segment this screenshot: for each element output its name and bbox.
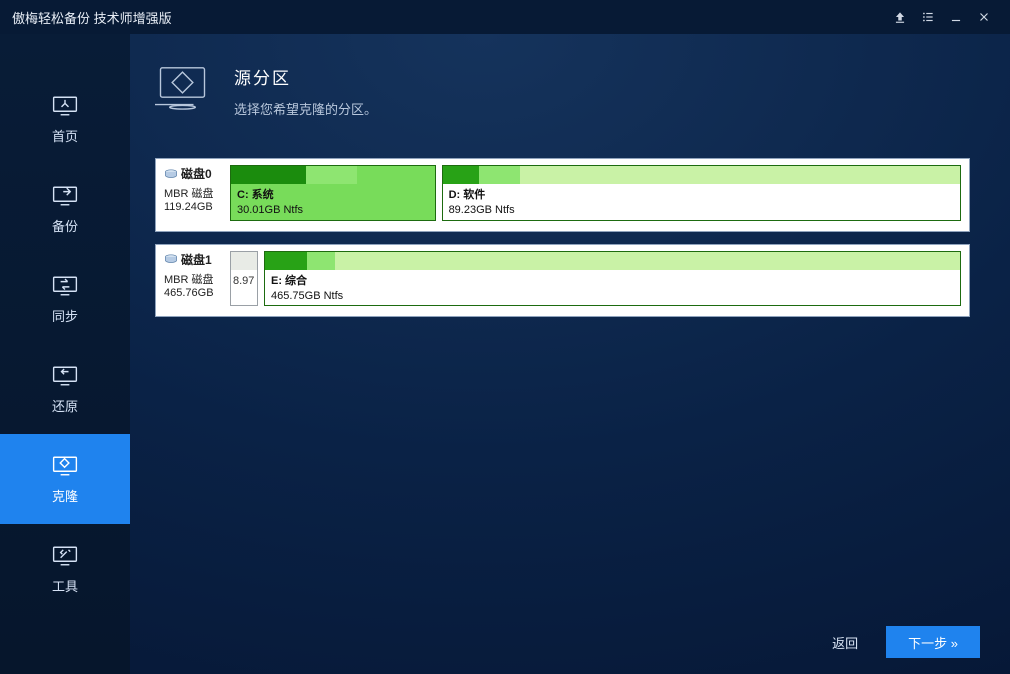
disk-type: MBR 磁盘 xyxy=(164,185,224,201)
disk-panel-1: 磁盘1 MBR 磁盘 465.76GB 8.97 xyxy=(155,244,970,318)
nav-home[interactable]: 首页 xyxy=(0,74,130,164)
partition-label: D: 软件 xyxy=(449,188,954,203)
partition-label: E: 综合 xyxy=(271,274,954,289)
disk-info: 磁盘1 MBR 磁盘 465.76GB xyxy=(164,251,224,307)
partition-label: 8.97 xyxy=(233,275,254,287)
disk-panel-0: 磁盘0 MBR 磁盘 119.24GB C: 系统 30.01GB Ntfs xyxy=(155,158,970,232)
source-partition-icon xyxy=(155,64,210,112)
minimize-button[interactable] xyxy=(942,3,970,31)
page-title: 源分区 xyxy=(234,64,377,89)
nav-sync[interactable]: 同步 xyxy=(0,254,130,344)
disk-size: 119.24GB xyxy=(164,201,224,213)
partition-d[interactable]: D: 软件 89.23GB Ntfs xyxy=(442,165,961,221)
partition-info: 89.23GB Ntfs xyxy=(449,203,954,218)
nav-label: 克隆 xyxy=(52,486,78,505)
partition-info: 30.01GB Ntfs xyxy=(237,203,429,218)
nav-clone[interactable]: 克隆 xyxy=(0,434,130,524)
partition-label: C: 系统 xyxy=(237,188,429,203)
upgrade-icon[interactable] xyxy=(886,3,914,31)
nav-tools[interactable]: 工具 xyxy=(0,524,130,614)
partition-info: 465.75GB Ntfs xyxy=(271,289,954,304)
page-subtitle: 选择您希望克隆的分区。 xyxy=(234,99,377,118)
window-title: 傲梅轻松备份 技术师增强版 xyxy=(12,8,172,27)
nav-label: 同步 xyxy=(52,306,78,325)
disk-icon xyxy=(164,254,178,264)
footer: 返回 下一步 » xyxy=(130,610,1010,674)
disk-size: 465.76GB xyxy=(164,287,224,299)
nav-label: 首页 xyxy=(52,126,78,145)
close-button[interactable] xyxy=(970,3,998,31)
title-bar: 傲梅轻松备份 技术师增强版 xyxy=(0,0,1010,34)
disk-info: 磁盘0 MBR 磁盘 119.24GB xyxy=(164,165,224,221)
partition-small[interactable]: 8.97 xyxy=(230,251,258,307)
nav-label: 还原 xyxy=(52,396,78,415)
disk-type: MBR 磁盘 xyxy=(164,271,224,287)
page-header: 源分区 选择您希望克隆的分区。 xyxy=(155,64,970,118)
sidebar: 首页 备份 同步 还原 克隆 工具 xyxy=(0,34,130,674)
partition-e[interactable]: E: 综合 465.75GB Ntfs xyxy=(264,251,961,307)
next-button[interactable]: 下一步 » xyxy=(886,626,980,658)
nav-label: 备份 xyxy=(52,216,78,235)
disk-icon xyxy=(164,169,178,179)
disk-name: 磁盘0 xyxy=(181,165,212,182)
nav-label: 工具 xyxy=(52,576,78,595)
partition-c[interactable]: C: 系统 30.01GB Ntfs xyxy=(230,165,436,221)
main-content: 源分区 选择您希望克隆的分区。 磁盘0 MBR 磁盘 119.24GB xyxy=(130,34,1010,674)
menu-icon[interactable] xyxy=(914,3,942,31)
nav-restore[interactable]: 还原 xyxy=(0,344,130,434)
disk-name: 磁盘1 xyxy=(181,251,212,268)
back-button[interactable]: 返回 xyxy=(832,633,858,652)
nav-backup[interactable]: 备份 xyxy=(0,164,130,254)
